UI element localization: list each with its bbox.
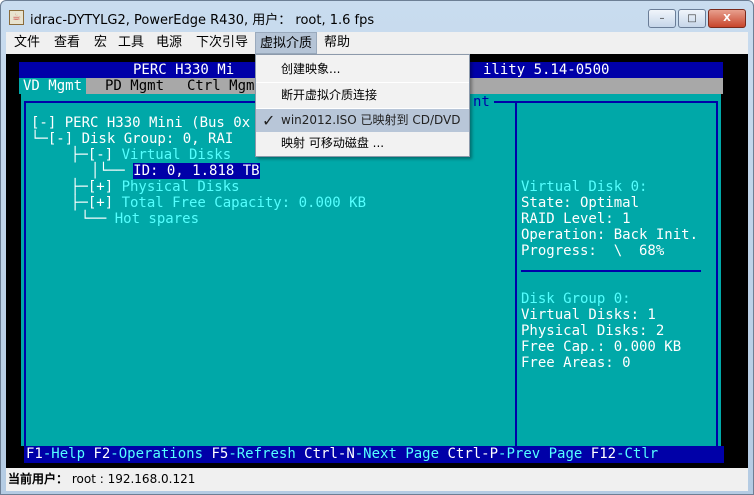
tab-pd-mgmt[interactable]: PD Mgmt xyxy=(101,78,168,94)
info-line: Virtual Disks: 1 xyxy=(521,307,656,323)
tree-branch: └── xyxy=(81,211,115,227)
menu-item-disconnect[interactable]: 断开虚拟介质连接 xyxy=(256,84,469,107)
menu-item-mapped-iso[interactable]: ✓ win2012.ISO 已映射到 CD/DVD xyxy=(256,109,469,132)
tree-node-label: └─[-] Disk Group: 0, RAI xyxy=(31,131,234,147)
tree-node-label: ID: 0, 1.818 TB xyxy=(133,163,260,179)
tree-branch: │└── xyxy=(91,163,134,179)
info-line: Free Cap.: 0.000 KB xyxy=(521,339,682,355)
menu-virtual-media[interactable]: 虚拟介质 xyxy=(255,32,318,54)
tree-node[interactable]: ├─[-] Virtual Disks xyxy=(71,147,231,163)
menu-file[interactable]: 文件 xyxy=(10,32,44,54)
info-line: RAID Level: 1 xyxy=(521,211,631,227)
info-separator xyxy=(521,270,701,272)
menu-item-map-removable[interactable]: 映射 可移动磁盘 ... xyxy=(256,132,469,155)
current-user-value: root : 192.168.0.121 xyxy=(71,472,196,486)
tree-node[interactable]: └── Hot spares xyxy=(81,211,199,227)
minimize-button[interactable]: – xyxy=(648,9,676,28)
info-line: Physical Disks: 2 xyxy=(521,323,665,339)
menu-bar: 文件 查看 宏 工具 电源 下次引导 虚拟介质 帮助 xyxy=(6,32,748,54)
hotkey: Ctrl-N xyxy=(304,446,355,462)
hotkey: F5 xyxy=(211,446,229,462)
hotkey: F1 xyxy=(26,446,43,462)
hotkey-description: -Operations xyxy=(110,446,212,462)
info-line: Progress: \ 68% xyxy=(521,243,665,259)
tree-node[interactable]: ├─[+] Physical Disks xyxy=(71,179,240,195)
title-bar: ☕ idrac-DYTYLG2, PowerEdge R430, 用户： roo… xyxy=(1,1,753,33)
hotkey-description: -Ctlr xyxy=(616,446,659,462)
window-title: idrac-DYTYLG2, PowerEdge R430, 用户： root,… xyxy=(30,13,375,28)
tab-ctrl-mgmt[interactable]: Ctrl Mgm xyxy=(183,78,258,94)
tree-node-label: Physical Disks xyxy=(121,179,240,195)
virtual-media-menu: 创建映象... 断开虚拟介质连接 ✓ win2012.ISO 已映射到 CD/D… xyxy=(255,54,470,157)
tree-node[interactable]: └─[-] Disk Group: 0, RAI xyxy=(31,131,233,147)
tree-node-label: Virtual Disks xyxy=(121,147,232,163)
panel-divider xyxy=(515,101,517,446)
hotkey-description: -Next Page xyxy=(354,446,448,462)
menu-view[interactable]: 查看 xyxy=(50,32,84,54)
tree-node[interactable]: [-] PERC H330 Mini (Bus 0x xyxy=(31,115,250,131)
tree-node-label: Total Free Capacity: 0.000 KB xyxy=(121,195,367,211)
menu-item-label: win2012.ISO 已映射到 CD/DVD xyxy=(281,113,461,127)
java-icon: ☕ xyxy=(9,10,24,25)
hotkey: F2 xyxy=(93,446,111,462)
menu-next-boot[interactable]: 下次引导 xyxy=(192,32,252,54)
current-user-label: 当前用户： xyxy=(8,472,69,486)
info-line: Operation: Back Init. xyxy=(521,227,699,243)
panel-title: nt xyxy=(469,94,494,110)
menu-power[interactable]: 电源 xyxy=(152,32,186,54)
hotkey-description: -Refresh xyxy=(228,446,305,462)
kvm-window: ☕ idrac-DYTYLG2, PowerEdge R430, 用户： roo… xyxy=(0,0,754,495)
header-text-left: PERC H330 Mi xyxy=(133,62,235,78)
maximize-button[interactable]: □ xyxy=(678,9,706,28)
info-line: Virtual Disk 0: xyxy=(521,179,648,195)
tree-node-label: [-] PERC H330 Mini (Bus 0x xyxy=(31,115,251,131)
info-line: Free Areas: 0 xyxy=(521,355,631,371)
hotkey-description: -Help xyxy=(42,446,94,462)
tab-vd-mgmt[interactable]: VD Mgmt xyxy=(19,78,87,94)
key-help-bar: F1-Help F2-Operations F5-Refresh Ctrl-N-… xyxy=(24,446,724,463)
checkmark-icon: ✓ xyxy=(262,111,276,130)
tree-node[interactable]: │└── ID: 0, 1.818 TB xyxy=(91,163,260,179)
tree-branch: ├─[+] xyxy=(71,179,122,195)
status-bar: 当前用户： root : 192.168.0.121 xyxy=(6,468,748,491)
tree-node-label: Hot spares xyxy=(114,211,200,227)
hotkey-description: -Prev Page xyxy=(498,446,591,462)
info-line: Disk Group 0: xyxy=(521,291,631,307)
hotkey: F12 xyxy=(590,446,617,462)
header-text-right: ility 5.14-0500 xyxy=(483,62,610,78)
tree-branch: ├─[+] xyxy=(71,195,122,211)
tree-branch: ├─[-] xyxy=(71,147,122,163)
menu-macro[interactable]: 宏 xyxy=(90,32,111,54)
menu-help[interactable]: 帮助 xyxy=(320,32,354,54)
close-button[interactable]: X xyxy=(708,9,746,28)
tree-node[interactable]: ├─[+] Total Free Capacity: 0.000 KB xyxy=(71,195,366,211)
menu-separator xyxy=(256,82,469,83)
menu-tools[interactable]: 工具 xyxy=(114,32,148,54)
hotkey: Ctrl-P xyxy=(447,446,499,462)
info-line: State: Optimal xyxy=(521,195,640,211)
menu-item-create-image[interactable]: 创建映象... xyxy=(256,58,469,81)
